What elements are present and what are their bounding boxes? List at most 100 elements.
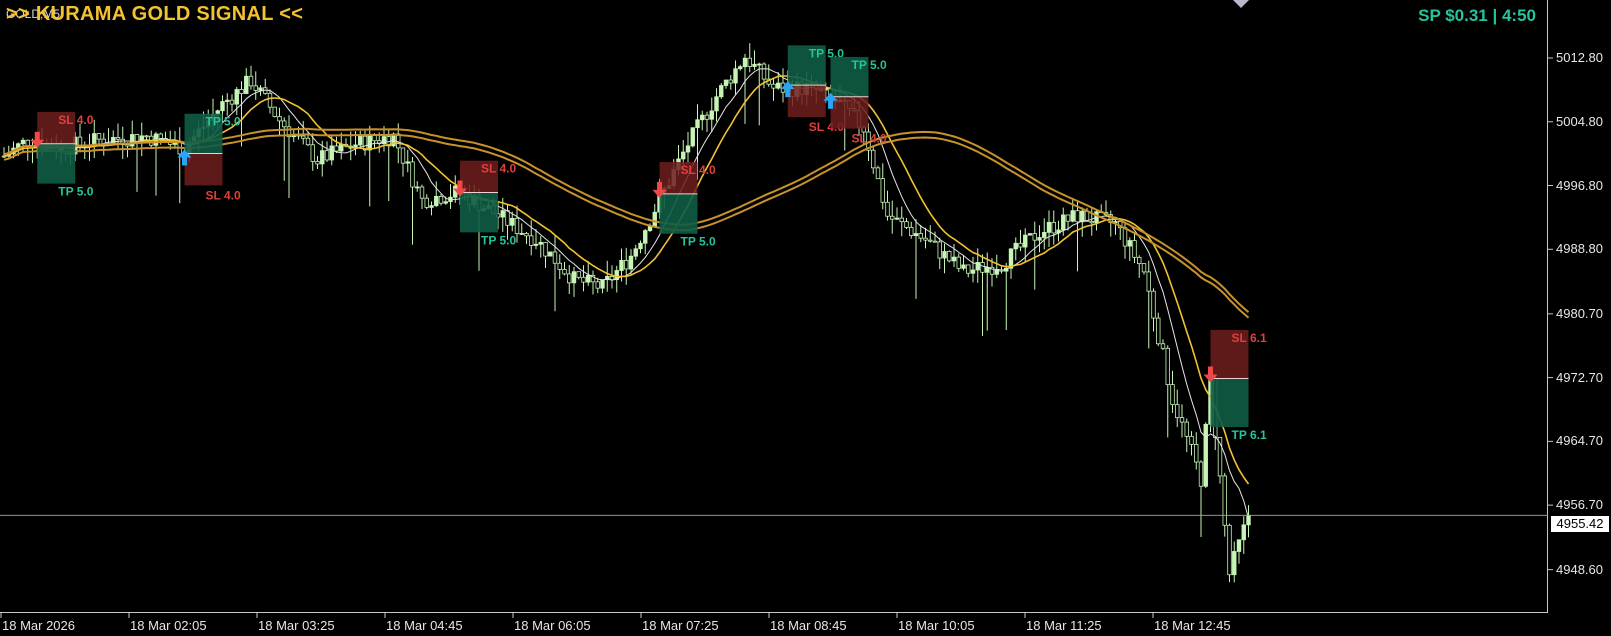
candle-body <box>1032 233 1037 241</box>
signal-group: SL 6.1 TP 6.1 <box>1203 329 1267 442</box>
candle-body <box>1198 461 1204 487</box>
candle-body <box>1061 214 1066 231</box>
candle-body <box>1027 233 1033 236</box>
candle-body <box>1227 524 1232 576</box>
time-tick-label: 18 Mar 07:25 <box>642 618 719 633</box>
candle-body <box>1051 221 1056 234</box>
candle-body <box>267 92 273 108</box>
candle-body <box>424 197 429 208</box>
candle-body <box>994 269 999 275</box>
candle-body <box>576 271 581 278</box>
candle-body <box>1170 384 1175 406</box>
candle-body <box>1241 524 1246 541</box>
candle-body <box>738 66 743 70</box>
candle-body <box>690 127 695 147</box>
candle-body <box>334 145 339 152</box>
candle-body <box>514 217 520 234</box>
candle-body <box>438 195 444 204</box>
candle-body <box>1018 242 1023 248</box>
time-tick-label: 18 Mar 11:25 <box>1026 618 1102 633</box>
candle-body <box>510 217 515 226</box>
candle-body <box>956 256 961 269</box>
candle-body <box>961 264 966 269</box>
candle-body <box>301 135 306 139</box>
candle-body <box>761 63 767 80</box>
candle-body <box>533 243 539 246</box>
sl-label: SL 4.0 <box>58 113 93 127</box>
candle-body <box>429 205 434 208</box>
candle-body <box>529 235 534 246</box>
candle-body <box>500 210 505 218</box>
candle-body <box>96 133 102 140</box>
candle-body <box>904 221 909 228</box>
candle-body <box>310 144 315 162</box>
candle-body <box>415 186 420 189</box>
candle-body <box>628 255 634 270</box>
candle-body <box>253 85 258 91</box>
sl-label: SL 4.0 <box>681 163 716 177</box>
candle-body <box>505 210 510 226</box>
candle-body <box>913 233 919 237</box>
price-tick-label: 4948.60 <box>1556 561 1603 577</box>
candle-body <box>595 281 600 289</box>
candle-body <box>966 264 971 274</box>
candle-body <box>1013 242 1018 250</box>
candle-body <box>1070 210 1075 222</box>
candle-body <box>733 68 738 84</box>
chart-shift-marker[interactable] <box>1233 0 1249 8</box>
candle-body <box>875 167 881 180</box>
sl-label: SL 6.1 <box>1232 331 1267 345</box>
candle-body <box>980 262 985 273</box>
price-tick-label: 4956.70 <box>1556 497 1603 513</box>
candle-body <box>158 133 163 139</box>
candle-body <box>1141 263 1147 273</box>
candle-body <box>624 260 629 270</box>
candle-body <box>524 233 529 237</box>
time-tick-label: 18 Mar 12:45 <box>1154 618 1231 633</box>
sl-label: SL 4.0 <box>852 132 887 146</box>
price-tick-label: 4972.70 <box>1556 369 1603 385</box>
price-chart[interactable]: SL 4.0TP 5.0 SL 4.0TP 5.0SL 4.0TP 5.0SL 4… <box>0 0 1611 636</box>
candle-body <box>742 57 748 68</box>
candle-body <box>277 116 282 122</box>
sl-zone <box>787 85 826 118</box>
tp-label: TP 6.1 <box>1232 428 1267 442</box>
candle-body <box>719 85 724 98</box>
candle-body <box>695 119 700 129</box>
candle-body <box>752 63 757 67</box>
sl-zone <box>830 96 869 129</box>
candle-body <box>871 149 876 169</box>
candle-body <box>700 114 705 121</box>
candle-body <box>519 233 524 235</box>
tp-zone <box>460 192 498 233</box>
tp-zone <box>659 193 698 234</box>
candle-body <box>638 242 643 250</box>
candle-body <box>704 114 710 120</box>
time-tick-label: 18 Mar 06:05 <box>514 618 591 633</box>
candle-body <box>1046 221 1052 233</box>
candle-body <box>1194 443 1199 463</box>
candle-body <box>633 248 638 257</box>
candle-body <box>1179 417 1185 423</box>
candle-body <box>1065 214 1071 222</box>
price-tick-label: 5012.80 <box>1556 50 1603 65</box>
candle-body <box>918 233 923 239</box>
candle-body <box>272 106 277 117</box>
candle-body <box>1127 240 1132 247</box>
candle-body <box>552 251 558 264</box>
candle-body <box>443 201 448 204</box>
candle-body <box>1156 317 1161 345</box>
candle-body <box>258 87 263 91</box>
candle-body <box>1236 539 1242 552</box>
candle-body <box>894 217 900 220</box>
candle-body <box>239 89 244 94</box>
candle-body <box>685 145 691 153</box>
candle-body <box>1037 237 1042 241</box>
tp-label: TP 5.0 <box>206 115 241 129</box>
candle-body <box>581 276 586 283</box>
candle-body <box>548 251 553 257</box>
candle-body <box>1175 404 1180 419</box>
candle-body <box>229 99 235 105</box>
current-price-tag: 4955.42 <box>1551 516 1609 532</box>
candle-body <box>282 120 287 128</box>
